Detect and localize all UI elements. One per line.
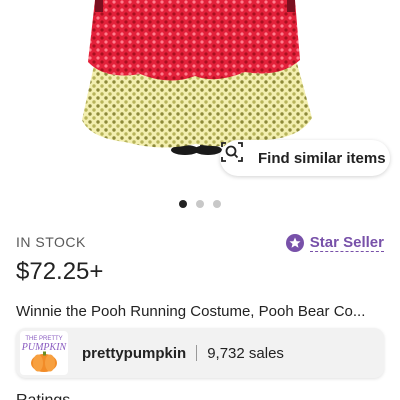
find-similar-label: Find similar items: [258, 149, 386, 167]
star-badge-icon: [285, 234, 304, 252]
listing-title[interactable]: Winnie the Pooh Running Costume, Pooh Be…: [16, 303, 386, 320]
star-seller-badge[interactable]: Star Seller: [285, 234, 384, 252]
stock-status: IN STOCK: [16, 234, 86, 250]
carousel-dot-3[interactable]: [213, 200, 221, 208]
shop-name: prettypumpkin: [82, 344, 187, 362]
carousel-indicator: [0, 200, 400, 208]
product-image[interactable]: Find similar items: [0, 0, 400, 185]
find-similar-button[interactable]: Find similar items: [220, 140, 390, 176]
shop-card[interactable]: THE PRETTY PUMPKIN prettypumpkin 9,732 s…: [16, 328, 384, 378]
product-price: $72.25+: [16, 258, 104, 285]
svg-text:PUMPKIN: PUMPKIN: [21, 342, 68, 353]
carousel-dot-2[interactable]: [196, 200, 204, 208]
shop-divider: [196, 345, 198, 361]
star-seller-label: Star Seller: [309, 234, 384, 252]
visual-search-icon: [221, 142, 252, 170]
shop-logo: THE PRETTY PUMPKIN: [20, 331, 68, 375]
ratings-heading: Ratings: [16, 392, 70, 400]
carousel-dot-1[interactable]: [179, 200, 187, 208]
shop-sales-count: 9,732 sales: [207, 344, 284, 362]
